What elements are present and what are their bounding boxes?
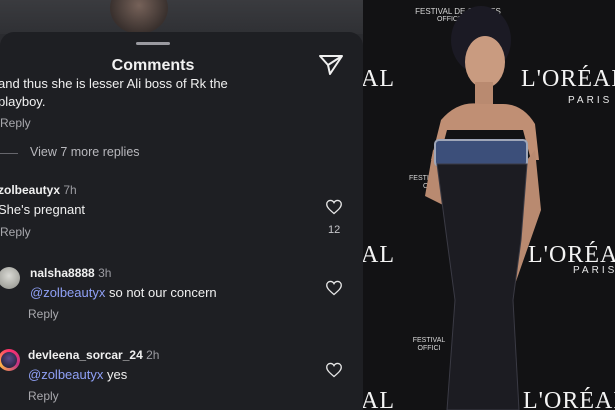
comment-text: @zolbeautyx yes bbox=[28, 367, 127, 382]
comment-text-truncated-2: playboy. bbox=[0, 94, 46, 109]
comment-body: so not our concern bbox=[105, 285, 217, 300]
comment-body: yes bbox=[103, 367, 128, 382]
background-post bbox=[0, 0, 363, 34]
reply-button[interactable]: Reply bbox=[28, 389, 59, 403]
comment-time: 7h bbox=[63, 183, 77, 197]
reply-button[interactable]: Reply bbox=[0, 225, 31, 239]
person-in-gown bbox=[425, 6, 541, 410]
comments-screenshot: Comments and thus she is lesser Ali boss… bbox=[0, 0, 363, 410]
avatar[interactable] bbox=[0, 267, 20, 289]
username[interactable]: nalsha8888 bbox=[30, 266, 95, 280]
avatar-inner bbox=[1, 352, 17, 368]
reply-button[interactable]: Reply bbox=[0, 116, 31, 130]
comments-sheet: Comments and thus she is lesser Ali boss… bbox=[0, 32, 363, 410]
heart-icon[interactable] bbox=[325, 280, 343, 296]
heart-icon[interactable] bbox=[325, 199, 343, 215]
mention-link[interactable]: @zolbeautyx bbox=[28, 367, 103, 382]
heart-icon[interactable] bbox=[325, 362, 343, 378]
event-photo: FESTIVAL DE CANNES OFFICIAL PA L'ORÉAL P… bbox=[363, 0, 615, 410]
send-icon[interactable] bbox=[318, 54, 344, 76]
view-more-replies-button[interactable]: View 7 more replies bbox=[30, 145, 140, 159]
avatar[interactable] bbox=[0, 349, 20, 371]
replies-divider bbox=[0, 153, 18, 154]
mention-link[interactable]: @zolbeautyx bbox=[30, 285, 105, 300]
comment-username[interactable]: devleena_sorcar_24 2h bbox=[28, 348, 159, 362]
sheet-title: Comments bbox=[111, 57, 195, 74]
username[interactable]: devleena_sorcar_24 bbox=[28, 348, 143, 362]
reply-button[interactable]: Reply bbox=[28, 307, 59, 321]
username[interactable]: zolbeautyx bbox=[0, 183, 60, 197]
comment-username[interactable]: nalsha8888 3h bbox=[30, 266, 111, 280]
comment-time: 2h bbox=[146, 348, 160, 362]
post-thumbnail bbox=[110, 0, 168, 34]
comment-text: She's pregnant bbox=[0, 202, 86, 217]
comment-text: @zolbeautyx so not our concern bbox=[30, 285, 217, 300]
comment-username[interactable]: zolbeautyx 7h bbox=[0, 183, 77, 197]
like-count: 12 bbox=[328, 224, 341, 236]
comment-text-truncated: and thus she is lesser Ali boss of Rk th… bbox=[0, 76, 228, 91]
comment-time: 3h bbox=[98, 266, 112, 280]
drag-handle[interactable] bbox=[136, 42, 170, 45]
